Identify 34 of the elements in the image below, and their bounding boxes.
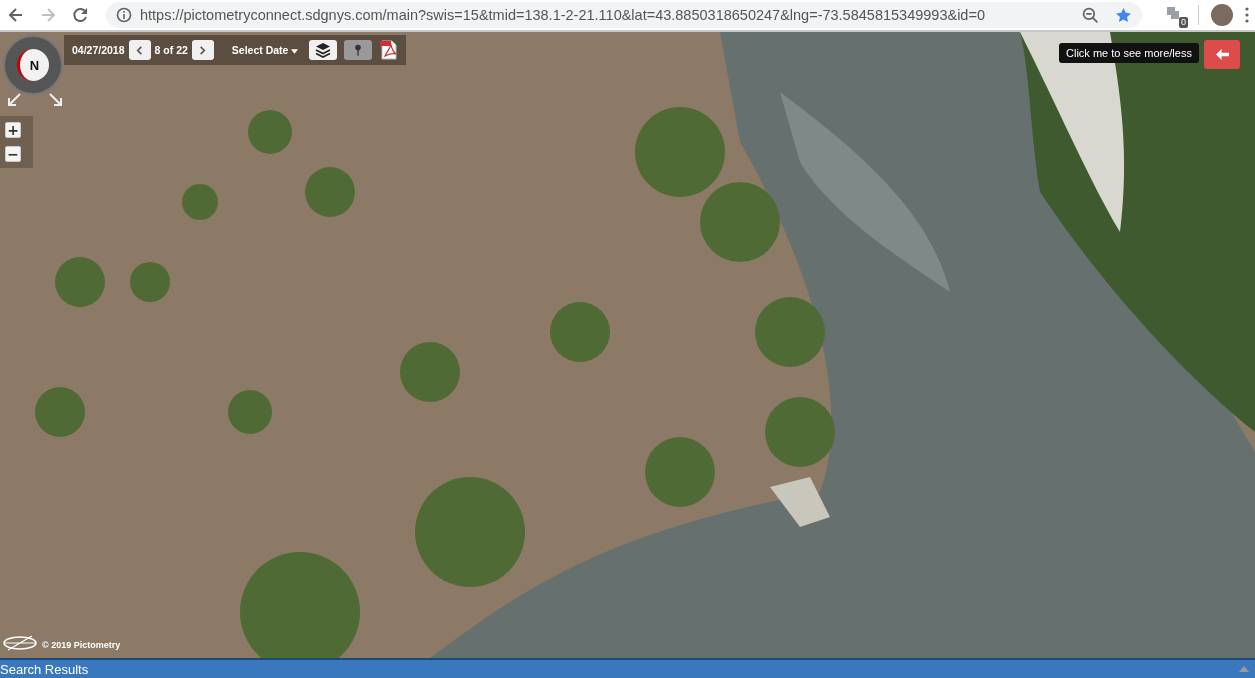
zoom-in-button[interactable]: +: [5, 122, 21, 138]
previous-image-button[interactable]: [128, 40, 151, 60]
image-count: 8 of 22: [154, 44, 188, 56]
rotate-left-arrow-icon[interactable]: [6, 92, 22, 108]
next-image-button[interactable]: [191, 40, 214, 60]
copyright-text: © 2019 Pictometry: [42, 640, 121, 650]
select-date-dropdown[interactable]: Select Date: [217, 44, 303, 56]
chevron-right-icon: [198, 45, 208, 55]
rotate-right-arrow-icon[interactable]: [48, 92, 64, 108]
star-icon[interactable]: [1115, 6, 1132, 24]
arrow-left-icon: [1215, 49, 1229, 60]
zoom-out-button[interactable]: −: [5, 146, 21, 162]
tooltip: Click me to see more/less: [1059, 43, 1199, 63]
extension-icon[interactable]: [1164, 4, 1182, 22]
pdf-icon[interactable]: [380, 40, 399, 60]
toggle-panel-button[interactable]: [1204, 40, 1240, 69]
search-results-bar[interactable]: Search Results: [0, 658, 1255, 678]
menu-icon[interactable]: [1245, 7, 1249, 23]
zoom-out-icon[interactable]: [1082, 6, 1099, 24]
info-icon[interactable]: [116, 7, 132, 23]
reload-icon[interactable]: [70, 5, 90, 25]
pin-button[interactable]: [344, 40, 373, 60]
layers-icon: [315, 42, 332, 58]
search-results-title: Search Results: [0, 661, 89, 677]
caret-icon: [291, 49, 299, 54]
image-date: 04/27/2018: [72, 44, 125, 56]
address-bar[interactable]: https://pictometryconnect.sdgnys.com/main?swis=15&tmid=138.1-2-21.110&lat=43.8850318650247&lng=-73.5845815349993&id=0: [106, 2, 1142, 28]
url-text: https://pictometryconnect.sdgnys.com/main?swis=15&tmid=138.1-2-21.110&lat=43.8850318650247&lng=-73.5845815349993&id=0: [140, 7, 985, 23]
chevron-left-icon: [135, 45, 145, 55]
extension-badge: 0: [1179, 17, 1188, 28]
compass-label: N: [17, 49, 49, 81]
pin-icon: [354, 43, 363, 57]
profile-avatar[interactable]: [1211, 4, 1233, 26]
layers-button[interactable]: [309, 40, 338, 60]
